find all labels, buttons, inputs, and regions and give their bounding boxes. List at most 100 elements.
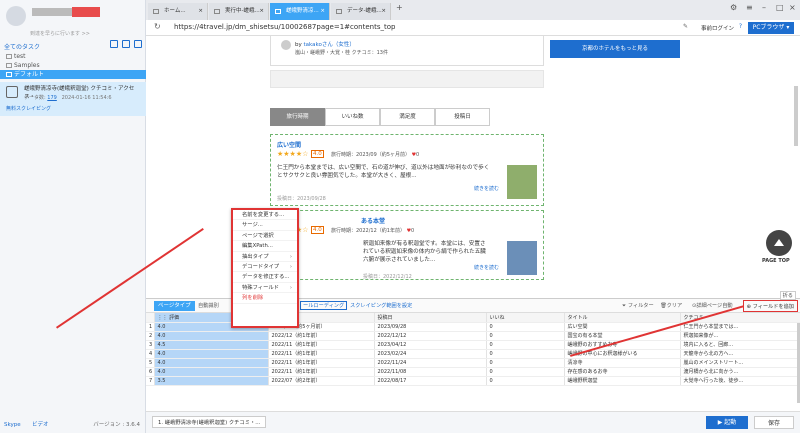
table-row[interactable]: 6 4.0 2022/11（約1年前） 2022/11/08 0 存在感のあるお寺 渡月橋か… [146,367,800,377]
avatar[interactable] [6,6,26,26]
profile-sub[interactable]: 到達を早らに行います >> [30,30,90,37]
table-cell[interactable]: 2022/11/24 [374,358,487,368]
table-cell[interactable]: 0 [486,367,565,377]
table-cell[interactable]: 0 [486,349,565,359]
skype-link[interactable]: Skype [4,417,21,433]
table-cell[interactable]: 0 [486,340,565,350]
close-window-icon[interactable]: × [789,3,796,12]
more-hotels-button[interactable]: 京都のホテルをもっと見る [550,40,680,58]
pc-browser-button[interactable]: PCブラウザ ▾ [748,22,794,34]
review-photo[interactable] [507,241,537,275]
table-row[interactable]: 5 4.0 2022/11（約1年前） 2022/11/24 0 清凉寺 嵐山のメインストリ… [146,358,800,368]
sort-tab-satisfaction[interactable]: 満足度 [380,108,435,126]
table-cell[interactable]: 4.5 [154,340,269,350]
tree-folder-samples[interactable]: Samples [0,61,146,70]
scroll-loading-button[interactable]: ールローディング [300,301,348,310]
tab-current[interactable]: 嵯峨野清凉... × [270,3,330,20]
col-date[interactable]: 投稿日 [374,313,487,323]
import-icon[interactable] [122,40,130,48]
table-cell[interactable]: 4.0 [154,367,269,377]
table-cell[interactable]: 0 [486,322,565,332]
new-tab-icon[interactable]: + [396,3,403,12]
sort-tab-date[interactable]: 投稿日 [435,108,490,126]
url-field[interactable]: https://4travel.jp/dm_shisetsu/10002687p… [174,23,395,31]
task-footer-tab[interactable]: 1. 嵯峨野清凉寺(嵯峨釈迦堂) クチコミ・... [152,416,267,428]
table-cell[interactable]: 4.0 [154,331,269,341]
auto-detect-select[interactable]: 自動識別 [198,302,219,309]
table-cell[interactable]: 嵯峨野釈迦堂 [564,376,681,386]
review-title[interactable]: 広い空間 [277,140,301,149]
filter-button[interactable]: ⏷ フィルター [622,302,654,310]
run-button[interactable]: ▶ 起動 [706,416,748,429]
add-field-button[interactable]: ⊕ フィールドを追加 [742,300,798,312]
table-cell[interactable]: 2022/11（約1年前） [268,349,375,359]
table-cell[interactable]: 0 [486,331,565,341]
menu-search[interactable]: サージ... [233,220,297,231]
table-cell[interactable]: 2022/08/17 [374,376,487,386]
table-cell[interactable]: 仁王門から本堂までは... [680,322,800,332]
menu-rename[interactable]: 名前を変更する... [233,210,297,221]
close-icon[interactable]: × [259,3,264,20]
clear-button[interactable]: 🗑クリア [660,302,682,309]
page-top-button[interactable] [766,230,792,256]
all-tasks-label[interactable]: 全てのタスク [4,42,40,51]
menu-special-field[interactable]: 特殊フィールド › [233,283,297,294]
read-more-link[interactable]: 続きを読む [474,185,499,192]
free-scrape-link[interactable]: 無料スクレイピング [6,105,51,112]
table-cell[interactable]: 1 [146,322,155,332]
table-cell[interactable]: 0 [486,358,565,368]
table-cell[interactable]: 2022/11（約1年前） [268,340,375,350]
save-button[interactable]: 保存 [754,416,794,429]
menu-extract-type[interactable]: 抽出タイプ › [233,252,297,262]
table-row[interactable]: 2 4.0 2022/12（約1年前） 2022/12/12 0 国宝の有る本堂 釈迦如来像… [146,331,800,341]
table-cell[interactable]: 5 [146,358,155,368]
table-cell[interactable]: 渡月橋から北に向かう... [680,367,800,377]
page-type-button[interactable]: ページタイプ [154,301,195,311]
col-title[interactable]: タイトル [564,313,681,323]
table-cell[interactable]: 4.0 [154,358,269,368]
table-cell[interactable]: 7 [146,376,155,386]
table-cell[interactable]: 4.0 [154,349,269,359]
edit-icon[interactable]: ✎ [683,23,688,30]
maximize-icon[interactable]: □ [776,3,784,12]
menu-delete-column[interactable]: 列を削除 [233,293,297,304]
new-task-icon[interactable] [110,40,118,48]
tree-folder-test[interactable]: test [0,52,146,61]
tree-folder-default[interactable]: デフォルト [0,70,146,79]
close-icon[interactable]: × [381,3,386,20]
table-cell[interactable]: 嵯峨野の中心にお釈迦様がいる [564,349,681,359]
table-cell[interactable]: 存在感のあるお寺 [564,367,681,377]
table-cell[interactable]: 6 [146,367,155,377]
close-icon[interactable]: × [320,3,325,20]
table-cell[interactable]: 天龍寺から北の方へ... [680,349,800,359]
table-cell[interactable]: 2023/09/28 [374,322,487,332]
table-cell[interactable]: 2 [146,331,155,341]
table-row[interactable]: 4 4.0 2022/11（約1年前） 2023/02/24 0 嵯峨野の中心にお釈迦様が… [146,349,800,359]
scrape-range-link[interactable]: スクレイピング範囲を設定 [350,302,412,309]
table-cell[interactable]: 大覚寺へ行った後、徒歩... [680,376,800,386]
task-item[interactable]: 嵯峨野清凉寺(嵯峨釈迦堂) クチコミ・アクセス・... データ数: 179 20… [0,82,146,116]
table-row[interactable]: 3 4.5 2022/11（約1年前） 2023/04/12 0 嵯峨野のおすすめお寺 境内… [146,340,800,350]
read-more-link[interactable]: 続きを読む [474,264,499,271]
tab-home[interactable]: ホーム... × [148,3,208,20]
table-cell[interactable]: 2023/04/12 [374,340,487,350]
table-cell[interactable]: 2022/12（約1年前） [268,331,375,341]
review-title[interactable]: ある本堂 [361,216,385,225]
sort-tab-likes[interactable]: いいね数 [325,108,380,126]
settings-icon[interactable]: ⚙ [730,3,737,12]
table-cell[interactable]: 2022/11（約1年前） [268,358,375,368]
table-cell[interactable]: 2022/12/12 [374,331,487,341]
fold-button[interactable]: 折る [779,291,796,300]
tab-data[interactable]: データ-嵯峨... × [331,3,391,20]
page-scrollbar[interactable] [794,86,798,146]
table-cell[interactable]: 清凉寺 [564,358,681,368]
table-cell[interactable]: 4 [146,349,155,359]
table-cell[interactable]: 国宝の有る本堂 [564,331,681,341]
menu-icon[interactable]: ≡ [746,3,753,12]
sort-tab-period[interactable]: 旅行時期 [270,108,325,126]
minimize-icon[interactable]: – [762,3,766,12]
menu-edit-xpath[interactable]: 編集XPath... [233,241,297,252]
table-cell[interactable]: 2022/11/08 [374,367,487,377]
help-icon[interactable]: ? [739,23,742,30]
table-row[interactable]: 7 3.5 2022/07（約2年前） 2022/08/17 0 嵯峨野釈迦堂 大覚寺へ行っ… [146,376,800,386]
